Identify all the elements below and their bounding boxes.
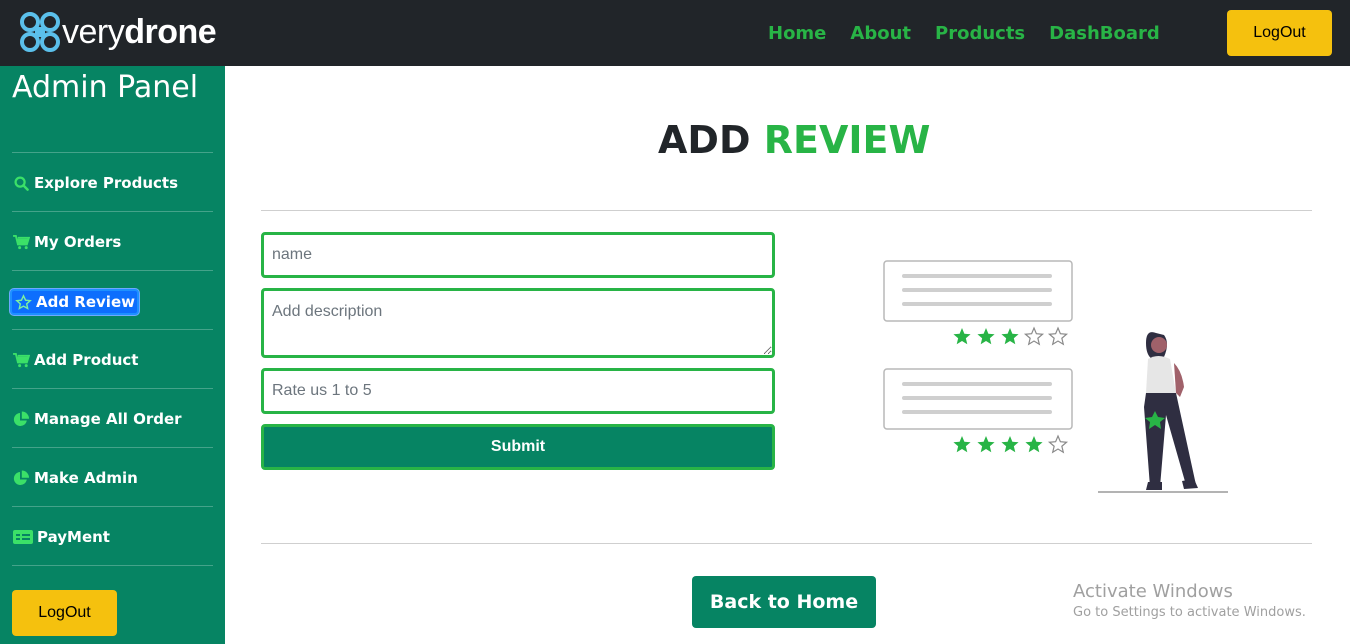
sidebar-divider — [12, 447, 213, 448]
sidebar-divider — [12, 506, 213, 507]
activate-windows-watermark: Activate Windows Go to Settings to activ… — [1073, 581, 1306, 620]
star-filled-icon — [977, 328, 995, 345]
payment-card-icon — [12, 528, 33, 546]
admin-sidebar: Admin Panel Explore Products My Orders A… — [0, 66, 225, 644]
divider — [261, 210, 1312, 211]
sidebar-item-make-admin[interactable]: Make Admin — [12, 467, 138, 489]
star-empty-icon — [1047, 434, 1069, 454]
nav-home[interactable]: Home — [768, 20, 826, 48]
navbar-logout-button[interactable]: LogOut — [1227, 10, 1332, 56]
description-input[interactable] — [261, 288, 775, 358]
star-filled-icon — [953, 328, 971, 345]
sidebar-title: Admin Panel — [12, 70, 199, 105]
sidebar-item-label: Manage All Order — [34, 410, 182, 428]
sidebar-divider — [12, 152, 213, 153]
star-empty-icon — [1047, 326, 1069, 346]
nav-about[interactable]: About — [850, 20, 911, 48]
sidebar-item-explore-products[interactable]: Explore Products — [12, 172, 178, 194]
sidebar-item-label: Add Review — [36, 293, 135, 311]
review-stars-1 — [953, 326, 1069, 346]
review-illustration — [883, 260, 1228, 493]
cart-icon — [12, 233, 30, 251]
brand-name: verydrone — [62, 13, 217, 51]
star-empty-icon — [1023, 326, 1045, 346]
sidebar-item-label: Add Product — [34, 351, 139, 369]
drone-logo-icon — [20, 12, 60, 52]
star-filled-icon — [977, 436, 995, 453]
divider — [261, 543, 1312, 544]
sidebar-item-add-review[interactable]: Add Review — [10, 289, 139, 315]
page-title: ADD REVIEW — [658, 118, 931, 162]
sidebar-item-label: Make Admin — [34, 469, 138, 487]
review-stars-2 — [953, 434, 1069, 454]
star-filled-icon — [953, 436, 971, 453]
nav-links: Home About Products DashBoard — [768, 20, 1184, 48]
star-filled-icon — [1001, 436, 1019, 453]
sidebar-divider — [12, 211, 213, 212]
person-figure — [1098, 332, 1228, 493]
sidebar-item-payment[interactable]: PayMent — [12, 526, 110, 548]
sidebar-item-label: My Orders — [34, 233, 122, 251]
sidebar-item-label: Explore Products — [34, 174, 179, 192]
top-navbar: verydrone Home About Products DashBoard … — [0, 0, 1350, 66]
name-input[interactable] — [261, 232, 775, 278]
cart-icon — [12, 351, 30, 369]
sidebar-item-manage-all-order[interactable]: Manage All Order — [12, 408, 182, 430]
sidebar-item-add-product[interactable]: Add Product — [12, 349, 138, 371]
rating-input[interactable] — [261, 368, 775, 414]
brand-logo[interactable]: verydrone — [20, 11, 217, 53]
sidebar-logout-button[interactable]: LogOut — [12, 590, 117, 636]
sidebar-item-label: PayMent — [37, 528, 110, 546]
sidebar-item-my-orders[interactable]: My Orders — [12, 231, 121, 253]
nav-dashboard[interactable]: DashBoard — [1049, 20, 1160, 48]
back-to-home-button[interactable]: Back to Home — [692, 576, 876, 628]
star-filled-icon — [1001, 328, 1019, 345]
nav-products[interactable]: Products — [935, 20, 1025, 48]
search-icon — [12, 174, 30, 192]
star-icon — [14, 293, 32, 311]
sidebar-divider — [12, 565, 213, 566]
pie-chart-icon — [12, 410, 30, 428]
sidebar-divider — [12, 388, 213, 389]
star-filled-icon — [1025, 436, 1043, 453]
sidebar-divider — [12, 270, 213, 271]
pie-chart-icon — [12, 469, 30, 487]
submit-button[interactable]: Submit — [261, 424, 775, 470]
sidebar-divider — [12, 329, 213, 330]
